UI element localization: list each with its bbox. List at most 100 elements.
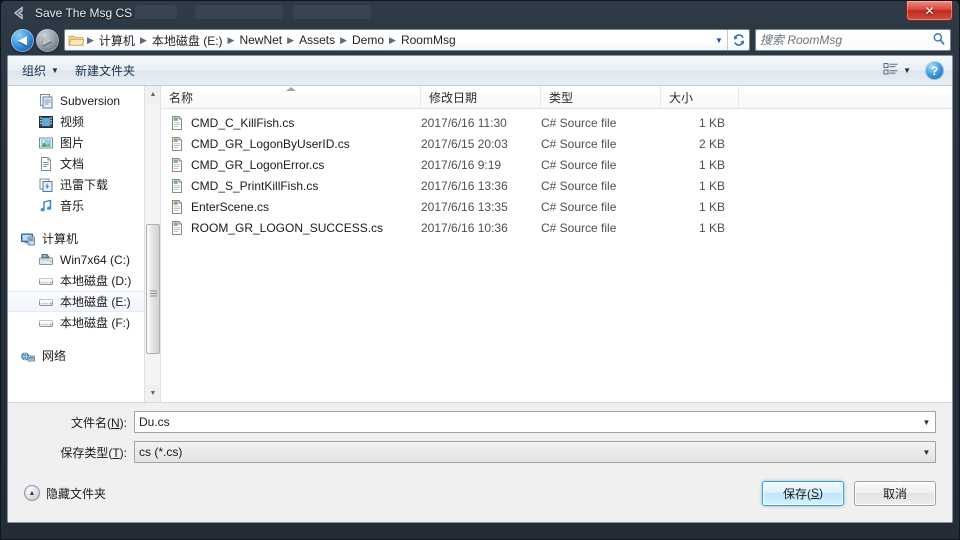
footer: ▲ 隐藏文件夹 保存(S) 取消 (8, 470, 952, 522)
organize-button[interactable]: 组织 ▼ (14, 60, 67, 82)
back-button[interactable]: ◀ (11, 28, 34, 52)
file-name-cell: CMD_GR_LogonError.cs (161, 157, 421, 173)
column-header-type[interactable]: 类型 (541, 86, 661, 108)
sidebar-item-label: Subversion (60, 93, 121, 108)
form-area: 文件名(N): ▼ 保存类型(T): cs (*.cs) ▼ (8, 402, 952, 470)
filename-combobox[interactable]: ▼ (134, 411, 936, 433)
breadcrumb-item-demo[interactable]: Demo (348, 32, 388, 48)
breadcrumb-separator[interactable]: ▶ (339, 35, 348, 46)
csharp-file-icon (169, 220, 185, 236)
table-row[interactable]: ROOM_GR_LOGON_SUCCESS.cs 2017/6/16 10:36 C… (161, 217, 952, 238)
file-size-cell: 1 KB (698, 199, 725, 214)
sidebar-item-5[interactable]: 音乐 (8, 195, 160, 216)
table-row[interactable]: CMD_GR_LogonByUserID.cs 2017/6/15 20:03 C#… (161, 133, 952, 154)
organize-label: 组织 (22, 64, 47, 78)
sidebar-item-label: 音乐 (60, 199, 85, 213)
breadcrumb-separator[interactable]: ▶ (227, 35, 236, 46)
breadcrumb-item-newnet[interactable]: NewNet (235, 32, 286, 48)
table-row[interactable]: CMD_C_KillFish.cs 2017/6/16 11:30 C# Sourc… (161, 112, 952, 133)
table-row[interactable]: EnterScene.cs 2017/6/16 13:35 C# Source fi… (161, 196, 952, 217)
breadcrumb-item-roommsg[interactable]: RoomMsg (397, 32, 460, 48)
sidebar-item-7[interactable]: Win7x64 (C:) (8, 249, 160, 270)
file-size-cell: 2 KB (698, 136, 725, 151)
column-header-name[interactable]: 名称 (161, 86, 421, 108)
forward-button[interactable]: ▶ (36, 28, 59, 52)
address-bar[interactable]: ▶ 计算机 ▶ 本地磁盘 (E:) ▶ NewNet ▶ Assets ▶ De… (64, 29, 750, 51)
sidebar-item-10[interactable]: 本地磁盘 (F:) (8, 312, 160, 333)
csharp-file-icon (169, 136, 185, 152)
sidebar-item-1[interactable]: 视频 (8, 111, 160, 132)
chevron-down-icon[interactable]: ▼ (918, 442, 935, 462)
file-size-cell: 1 KB (698, 220, 725, 235)
save-label-key: S (810, 486, 819, 500)
file-date-cell: 2017/6/16 13:36 (421, 178, 508, 193)
close-button[interactable]: ✕ (906, 1, 953, 21)
sidebar-item-6[interactable]: 计算机 (8, 228, 160, 249)
file-size-cell: 1 KB (698, 115, 725, 130)
table-row[interactable]: CMD_S_PrintKillFish.cs 2017/6/16 13:36 C# … (161, 175, 952, 196)
table-row[interactable]: CMD_GR_LogonError.cs 2017/6/16 9:19 C# Sou… (161, 154, 952, 175)
breadcrumb-separator[interactable]: ▶ (86, 35, 95, 46)
content-area: Subversion 视频 图片 文档 迅雷下载 音乐 计算机 Win7x64 (C:) 本地磁… (8, 86, 952, 402)
sidebar-item-0[interactable]: Subversion (8, 90, 160, 111)
breadcrumb-item-assets[interactable]: Assets (295, 32, 339, 48)
sidebar-item-3[interactable]: 文档 (8, 153, 160, 174)
new-folder-button[interactable]: 新建文件夹 (67, 60, 143, 82)
sidebar-item-label: 迅雷下载 (60, 178, 109, 192)
toolbar: 组织 ▼ 新建文件夹 ▼ ? (8, 56, 952, 86)
search-input[interactable] (760, 33, 932, 47)
navigation-pane: Subversion 视频 图片 文档 迅雷下载 音乐 计算机 Win7x64 (C:) 本地磁… (8, 86, 160, 402)
file-date-cell: 2017/6/16 13:35 (421, 199, 508, 214)
refresh-icon[interactable] (727, 30, 749, 50)
help-icon[interactable]: ? (925, 61, 944, 80)
file-type-cell: C# Source file (541, 178, 617, 193)
filename-input[interactable] (135, 415, 918, 429)
sidebar-item-2[interactable]: 图片 (8, 132, 160, 153)
sidebar-item-8[interactable]: 本地磁盘 (D:) (8, 270, 160, 291)
pictures-icon (38, 135, 54, 151)
file-type-cell: C# Source file (541, 157, 617, 172)
scroll-up-icon[interactable]: ▲ (145, 86, 160, 103)
titlebar-artifact (135, 5, 177, 19)
column-header-size[interactable]: 大小 (661, 86, 739, 108)
forward-arrow-icon: ▶ (42, 33, 53, 47)
sidebar-item-11[interactable]: 网络 (8, 345, 160, 366)
file-type-cell: C# Source file (541, 115, 617, 130)
file-type-cell: C# Source file (541, 220, 617, 235)
file-name-cell: EnterScene.cs (161, 199, 421, 215)
video-icon (38, 114, 54, 130)
save-label-pre: 保存( (782, 486, 811, 501)
new-folder-label: 新建文件夹 (74, 64, 135, 78)
breadcrumb-separator[interactable]: ▶ (286, 35, 295, 46)
hide-folders-button[interactable]: ▲ 隐藏文件夹 (24, 485, 106, 502)
search-icon[interactable] (932, 32, 946, 49)
column-header-date[interactable]: 修改日期 (421, 86, 541, 108)
filetype-label-post: ): (119, 445, 127, 460)
title-bar: Save The Msg CS ✕ (7, 1, 953, 25)
save-button[interactable]: 保存(S) (762, 480, 844, 506)
column-header-row: 名称 修改日期 类型 大小 (161, 86, 952, 109)
breadcrumb-separator[interactable]: ▶ (139, 35, 148, 46)
scrollbar-thumb[interactable] (146, 224, 160, 354)
cancel-button[interactable]: 取消 (854, 480, 936, 506)
scroll-down-icon[interactable]: ▼ (145, 385, 160, 402)
filetype-label-pre: 保存类型( (60, 445, 113, 460)
chevron-down-icon[interactable]: ▼ (918, 412, 935, 432)
file-type-cell: C# Source file (541, 136, 617, 151)
breadcrumb-item-drive-e[interactable]: 本地磁盘 (E:) (148, 31, 227, 50)
filename-label: 文件名(N): (24, 414, 134, 431)
filetype-combobox[interactable]: cs (*.cs) ▼ (134, 441, 936, 463)
breadcrumb-item-computer[interactable]: 计算机 (95, 31, 139, 50)
chevron-down-icon[interactable]: ▼ (711, 30, 727, 50)
breadcrumb-separator[interactable]: ▶ (388, 35, 397, 46)
filename-label-pre: 文件名( (70, 415, 111, 430)
drive-icon (38, 273, 54, 289)
sidebar-item-4[interactable]: 迅雷下载 (8, 174, 160, 195)
drive-icon (38, 315, 54, 331)
navigation-scrollbar[interactable]: ▲ ▼ (144, 86, 160, 402)
sidebar-item-9[interactable]: 本地磁盘 (E:) (8, 291, 160, 312)
filetype-row: 保存类型(T): cs (*.cs) ▼ (24, 441, 936, 463)
music-icon (38, 198, 54, 214)
view-mode-button[interactable]: ▼ (877, 60, 917, 82)
search-box[interactable] (755, 29, 951, 51)
